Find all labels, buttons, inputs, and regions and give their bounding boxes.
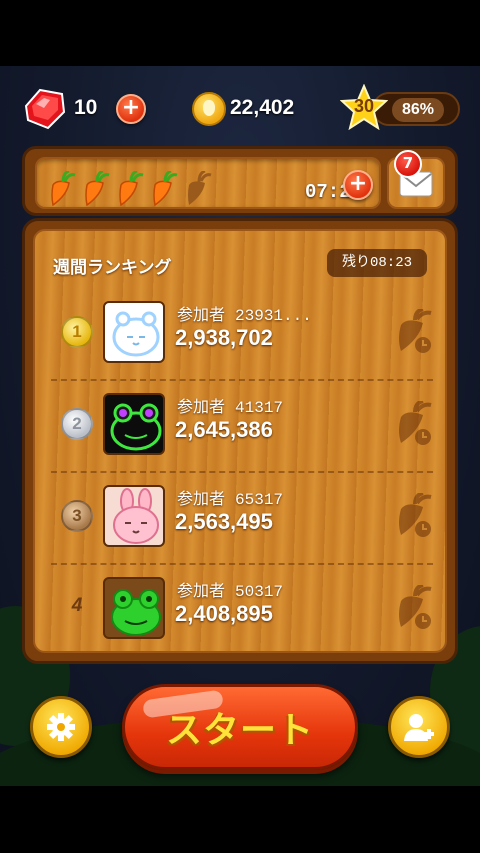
- send-carrot-icon[interactable]: [393, 493, 435, 539]
- pink-rabbit-avatar: [103, 485, 165, 547]
- start-label: スタート: [165, 710, 314, 751]
- player-score: 2,645,386: [175, 417, 273, 442]
- player-label: 参加者: [177, 581, 226, 600]
- coin-count: 22,402: [230, 96, 295, 119]
- rank-number: 4: [71, 595, 83, 616]
- carrot-meter: 07:22 +: [35, 157, 381, 209]
- player-score: 2,563,495: [175, 509, 273, 534]
- ranking-board: 週間ランキング 残り08:23 1 参加者 23931... 2,938,702: [33, 229, 447, 653]
- carrot-icon: [85, 171, 110, 207]
- stamina-panel: 07:22 +: [22, 146, 458, 216]
- player-name: 参加者 23931...: [177, 301, 312, 325]
- silver-medal-icon: 2: [61, 408, 93, 440]
- ranking-row[interactable]: 2 参加者 41317 2,645,386: [45, 379, 439, 469]
- coin-icon: [192, 92, 226, 126]
- player-name: 参加者 41317: [177, 393, 283, 417]
- ruby-count: 10: [74, 96, 98, 119]
- carrot-icon: [119, 171, 144, 207]
- player-score: 2,408,895: [175, 601, 273, 626]
- ranking-remaining-time: 残り08:23: [327, 249, 427, 277]
- settings-button[interactable]: [30, 696, 92, 758]
- carrot-icon: [153, 171, 178, 207]
- add-ruby-button[interactable]: +: [116, 94, 146, 124]
- mail-badge: 7: [394, 150, 422, 178]
- player-name: 参加者 65317: [177, 485, 283, 509]
- player-name: 参加者 50317: [177, 577, 283, 601]
- add-friend-icon: [404, 714, 434, 741]
- player-score: 2,938,702: [175, 325, 273, 350]
- send-carrot-icon[interactable]: [393, 401, 435, 447]
- send-carrot-icon[interactable]: [393, 585, 435, 631]
- player-label: 参加者: [177, 305, 226, 324]
- screen: 10 + 22,402 86% 30 07:22 + 7 週間ランキング 残り0…: [0, 0, 480, 853]
- gear-icon: [47, 713, 75, 741]
- ranking-panel: 週間ランキング 残り08:23 1 参加者 23931... 2,938,702: [22, 218, 458, 664]
- add-carrot-button[interactable]: +: [343, 170, 373, 200]
- ruby-icon: [24, 88, 66, 130]
- player-label: 参加者: [177, 489, 226, 508]
- white-cat-avatar: [103, 301, 165, 363]
- green-frog-avatar: [103, 577, 165, 639]
- level-number: 30: [353, 96, 375, 116]
- ranking-row[interactable]: 4 参加者 50317 2,408,895: [45, 563, 439, 653]
- add-friend-button[interactable]: [388, 696, 450, 758]
- player-label: 参加者: [177, 397, 226, 416]
- player-id: 50317: [235, 583, 284, 601]
- carrot-icon: [51, 171, 76, 207]
- gold-medal-icon: 1: [61, 316, 93, 348]
- dark-frog-avatar: [103, 393, 165, 455]
- ranking-row[interactable]: 1 参加者 23931... 2,938,702: [45, 287, 439, 377]
- start-button[interactable]: スタート: [122, 684, 358, 770]
- empty-carrot-icon: [188, 171, 212, 205]
- player-id: 41317: [235, 399, 284, 417]
- send-carrot-icon[interactable]: [393, 309, 435, 355]
- ranking-row[interactable]: 3 参加者 65317 2,563,495: [45, 471, 439, 561]
- player-id: 23931...: [235, 307, 312, 325]
- player-id: 65317: [235, 491, 284, 509]
- bronze-medal-icon: 3: [61, 500, 93, 532]
- level-progress: 86%: [392, 98, 444, 122]
- ranking-title: 週間ランキング: [53, 258, 172, 278]
